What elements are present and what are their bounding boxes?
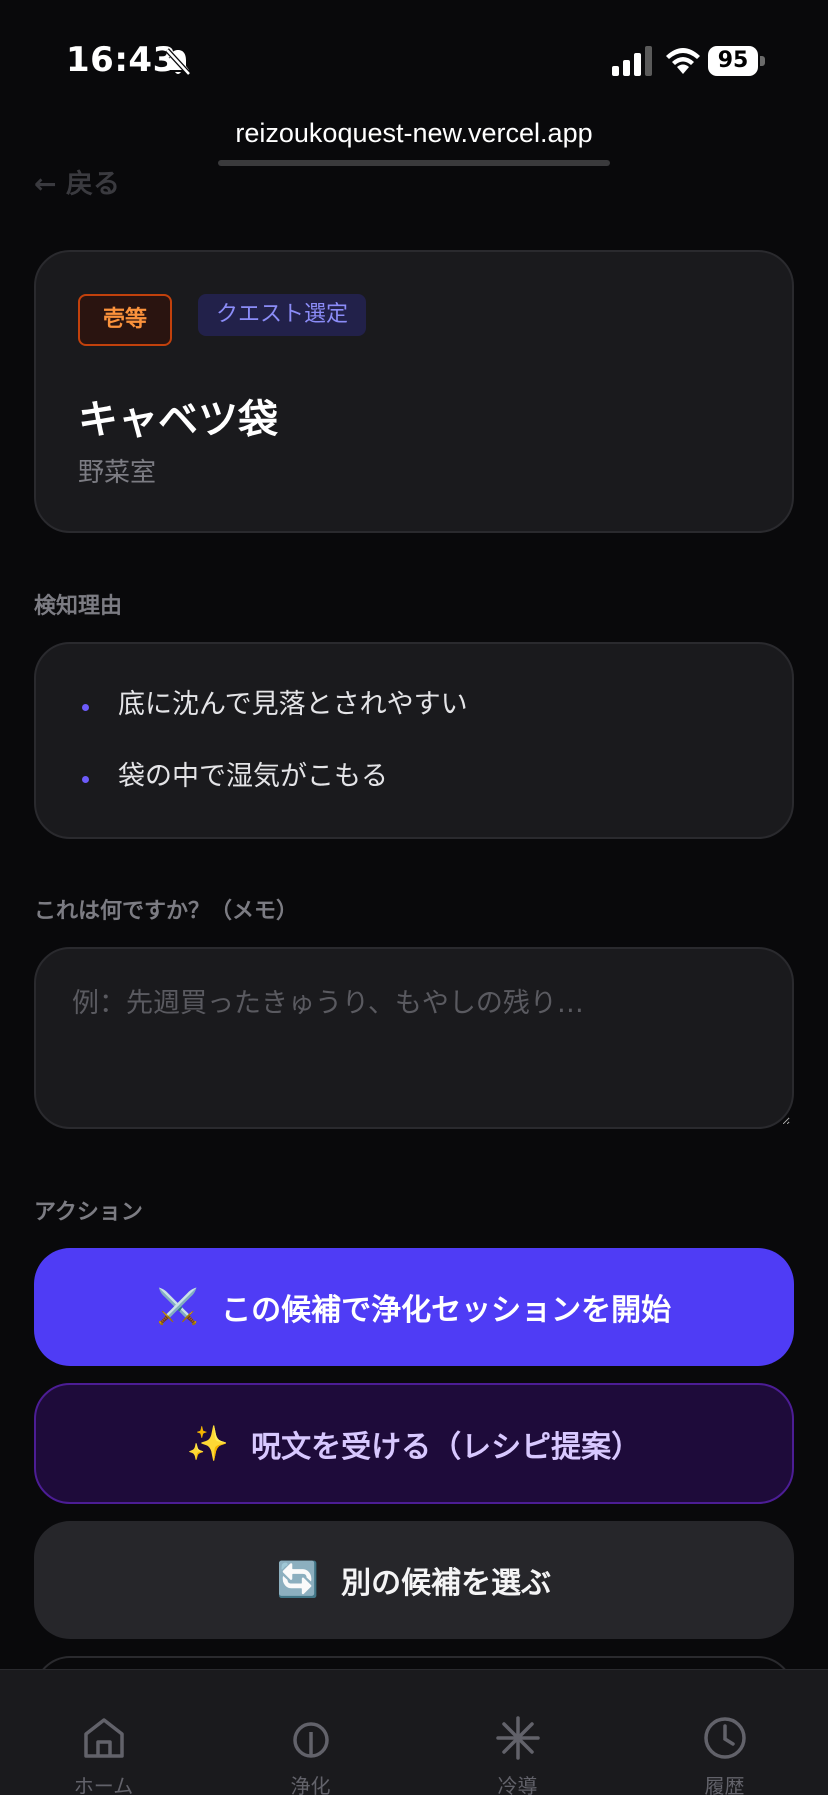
tab-home[interactable]: ホーム [0,1670,207,1795]
reason-item: 袋の中で湿気がこもる [118,761,388,792]
crossed-swords-icon: ⚔️ [156,1287,200,1327]
start-purify-session-label: この候補で浄化セッションを開始 [221,1293,672,1328]
freeze-icon [496,1716,540,1760]
memo-field-container [34,947,794,1129]
choose-another-button[interactable]: 🔄 別の候補を選ぶ [34,1521,794,1639]
tab-history-label: 履歴 [704,1774,745,1795]
home-icon [84,1718,124,1758]
choose-another-label: 別の候補を選ぶ [341,1566,552,1601]
status-bar: 16:43 95 [0,0,828,120]
cellular-signal-icon [612,46,652,76]
url-underline [218,160,610,166]
tab-history[interactable]: 履歴 [621,1670,828,1795]
reason-item: 底に沈んで見落とされやすい [118,689,468,720]
clock: 16:43 [66,40,177,80]
tab-freeze-label: 冷導 [497,1774,538,1795]
detection-label: 検知理由 [34,594,123,619]
item-card: 壱等 クエスト選定 キャベツ袋 野菜室 [34,250,794,533]
rank-badge: 壱等 [78,294,172,346]
back-link[interactable]: ← 戻る [34,162,120,201]
battery-icon: 95 [708,46,766,76]
sparkles-icon: ✨ [186,1423,230,1464]
wifi-icon [666,48,700,74]
purify-icon [293,1722,329,1758]
history-icon [704,1717,746,1759]
memo-label: これは何ですか？（メモ） [34,899,299,924]
recipe-suggestion-label: 呪文を受ける（レシピ提案） [251,1429,642,1465]
tab-freeze[interactable]: 冷導 [414,1670,621,1795]
detection-reasons-card: 底に沈んで見落とされやすい 袋の中で湿気がこもる [34,642,794,839]
browser-url[interactable]: reizoukoquest-new.vercel.app [0,118,828,149]
refresh-icon: 🔄 [276,1560,320,1600]
bullet-icon [82,776,89,783]
memo-textarea[interactable] [38,951,790,1125]
bottom-tab-bar: ホーム 浄化 冷導 履歴 [0,1669,828,1795]
recipe-suggestion-button[interactable]: ✨ 呪文を受ける（レシピ提案） [34,1383,794,1504]
item-location: 野菜室 [78,458,157,488]
status-badge: クエスト選定 [198,294,367,336]
tab-home-label: ホーム [73,1774,134,1795]
tab-purify[interactable]: 浄化 [207,1670,414,1795]
actions-label: アクション [34,1200,143,1225]
bullet-icon [82,704,89,711]
start-purify-session-button[interactable]: ⚔️ この候補で浄化セッションを開始 [34,1248,794,1366]
item-name: キャベツ袋 [78,397,278,443]
battery-level: 95 [708,46,758,76]
bell-muted-icon [165,48,191,76]
tab-purify-label: 浄化 [290,1774,331,1795]
